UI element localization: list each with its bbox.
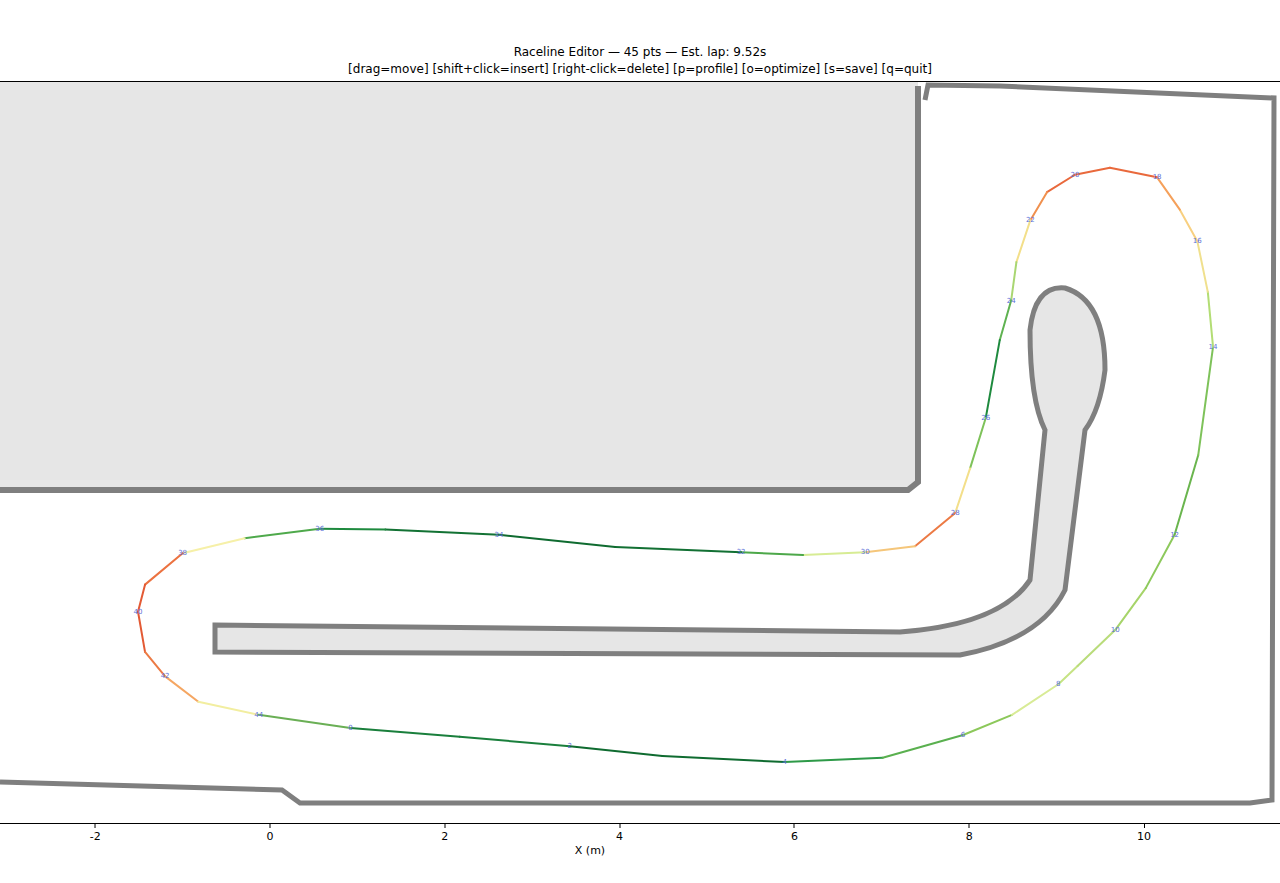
raceline-segment[interactable] bbox=[259, 715, 351, 728]
x-tick: 0 bbox=[267, 824, 274, 844]
raceline-segment[interactable] bbox=[1058, 666, 1077, 684]
raceline-segment[interactable] bbox=[460, 737, 570, 747]
raceline-segment[interactable] bbox=[1075, 168, 1110, 175]
x-tick: 6 bbox=[791, 824, 798, 844]
raceline-segment[interactable] bbox=[915, 513, 955, 546]
raceline-segment[interactable] bbox=[883, 735, 963, 758]
map-unknown-region bbox=[0, 82, 918, 490]
tick-mark bbox=[969, 824, 970, 828]
raceline-segment[interactable] bbox=[245, 529, 320, 539]
raceline-point-label[interactable]: 6 bbox=[961, 731, 966, 739]
raceline-segment[interactable] bbox=[1208, 292, 1213, 347]
tick-label: -2 bbox=[90, 830, 101, 844]
x-tick: 2 bbox=[441, 824, 448, 844]
x-axis: -2 0 2 4 6 8 10 bbox=[0, 824, 1280, 844]
raceline-point-label[interactable]: 44 bbox=[254, 711, 263, 719]
raceline-segment[interactable] bbox=[615, 547, 741, 552]
tick-mark bbox=[95, 824, 96, 828]
raceline-segment[interactable] bbox=[662, 756, 784, 762]
tick-mark bbox=[1144, 824, 1145, 828]
raceline-segment[interactable] bbox=[183, 538, 245, 553]
x-tick: -2 bbox=[90, 824, 101, 844]
raceline-segment[interactable] bbox=[1157, 177, 1180, 209]
raceline-segment[interactable] bbox=[165, 676, 198, 701]
raceline-segment[interactable] bbox=[350, 728, 459, 737]
raceline-segment[interactable] bbox=[970, 418, 986, 469]
raceline-point-label[interactable]: 4 bbox=[783, 758, 788, 766]
raceline-segment[interactable] bbox=[320, 528, 386, 531]
raceline-segment[interactable] bbox=[198, 702, 258, 715]
raceline-point-label[interactable]: 32 bbox=[737, 548, 746, 556]
plot-area[interactable]: 0246810121416182022242628303234363840424… bbox=[0, 81, 1280, 824]
raceline-segment[interactable] bbox=[1078, 630, 1116, 666]
raceline-point-label[interactable]: 18 bbox=[1153, 173, 1162, 181]
track-map[interactable]: 0246810121416182022242628303234363840424… bbox=[0, 82, 1280, 823]
raceline-point-label[interactable]: 40 bbox=[134, 608, 143, 616]
raceline-point-label[interactable]: 38 bbox=[178, 549, 187, 557]
raceline-segment[interactable] bbox=[1012, 684, 1058, 715]
raceline-point-label[interactable]: 28 bbox=[951, 509, 960, 517]
map-wall bbox=[0, 86, 918, 490]
raceline-segment[interactable] bbox=[1115, 588, 1146, 630]
raceline-point-label[interactable]: 22 bbox=[1026, 216, 1035, 224]
raceline-segment[interactable] bbox=[785, 758, 883, 762]
subtitle: [drag=move] [shift+click=insert] [right-… bbox=[348, 61, 932, 78]
tick-label: 8 bbox=[966, 830, 973, 844]
tick-mark bbox=[270, 824, 271, 828]
raceline-segment[interactable] bbox=[1175, 455, 1199, 535]
raceline-segment[interactable] bbox=[1198, 347, 1213, 455]
raceline-segment[interactable] bbox=[1146, 535, 1175, 588]
raceline-segment[interactable] bbox=[138, 612, 145, 652]
raceline-point-label[interactable]: 12 bbox=[1170, 531, 1179, 539]
raceline-segment[interactable] bbox=[741, 552, 803, 555]
raceline-segment[interactable] bbox=[803, 552, 865, 555]
raceline-segment[interactable] bbox=[963, 715, 1012, 735]
raceline-point-label[interactable]: 10 bbox=[1111, 626, 1120, 634]
tick-label: 10 bbox=[1137, 830, 1151, 844]
raceline-point-label[interactable]: 34 bbox=[495, 531, 504, 539]
raceline-segment[interactable] bbox=[1016, 220, 1030, 262]
tick-label: 0 bbox=[267, 830, 274, 844]
tick-label: 2 bbox=[441, 830, 448, 844]
raceline-point-label[interactable]: 0 bbox=[348, 724, 352, 732]
x-tick: 10 bbox=[1137, 824, 1151, 844]
raceline-segment[interactable] bbox=[570, 746, 663, 756]
figure-title: Raceline Editor — 45 pts — Est. lap: 9.5… bbox=[0, 0, 1280, 78]
raceline-point-label[interactable]: 30 bbox=[861, 548, 870, 556]
raceline-point-label[interactable]: 20 bbox=[1070, 171, 1079, 179]
raceline-segment[interactable] bbox=[145, 553, 183, 584]
raceline-point-label[interactable]: 8 bbox=[1056, 680, 1060, 688]
raceline-segment[interactable] bbox=[1110, 168, 1157, 178]
raceline-segment[interactable] bbox=[385, 530, 499, 535]
raceline-point-label[interactable]: 24 bbox=[1007, 297, 1016, 305]
raceline-segment[interactable] bbox=[955, 468, 970, 513]
raceline-segment[interactable] bbox=[865, 546, 915, 552]
raceline-point-label[interactable]: 2 bbox=[568, 742, 572, 750]
raceline-editor-window: Raceline Editor — 45 pts — Est. lap: 9.5… bbox=[0, 0, 1280, 883]
title: Raceline Editor — 45 pts — Est. lap: 9.5… bbox=[514, 44, 767, 61]
x-tick: 8 bbox=[966, 824, 973, 844]
map-inner-island bbox=[215, 288, 1105, 655]
map-outer-wall bbox=[0, 85, 1274, 803]
raceline-segment[interactable] bbox=[1011, 262, 1016, 300]
x-axis-label: X (m) bbox=[0, 844, 1180, 858]
tick-mark bbox=[619, 824, 620, 828]
raceline-segment[interactable] bbox=[499, 535, 615, 547]
raceline-segment[interactable] bbox=[1197, 241, 1207, 292]
raceline-point-label[interactable]: 14 bbox=[1209, 343, 1218, 351]
raceline-segment[interactable] bbox=[1000, 301, 1011, 340]
raceline-point-label[interactable]: 16 bbox=[1193, 237, 1202, 245]
raceline-point-label[interactable]: 42 bbox=[161, 672, 170, 680]
raceline-segment[interactable] bbox=[986, 340, 1000, 418]
raceline-point-label[interactable]: 26 bbox=[981, 414, 990, 422]
tick-label: 6 bbox=[791, 830, 798, 844]
tick-mark bbox=[794, 824, 795, 828]
tick-mark bbox=[444, 824, 445, 828]
tick-label: 4 bbox=[616, 830, 623, 844]
x-tick: 4 bbox=[616, 824, 623, 844]
raceline-point-label[interactable]: 36 bbox=[315, 525, 324, 533]
